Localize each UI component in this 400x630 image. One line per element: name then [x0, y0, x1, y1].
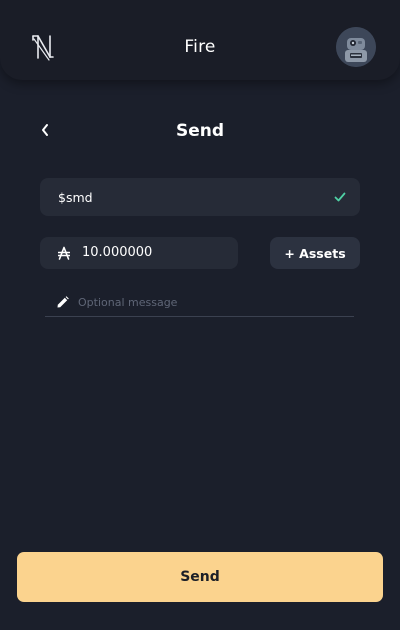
- pencil-icon: [57, 296, 69, 308]
- currency-a-icon: [58, 246, 70, 260]
- send-button[interactable]: Send: [17, 552, 383, 602]
- check-icon: [334, 192, 346, 202]
- app-header: Fire: [0, 0, 400, 80]
- amount-value: 10.000000: [82, 245, 153, 260]
- amount-field[interactable]: 10.000000: [40, 237, 238, 269]
- message-input[interactable]: [78, 292, 348, 312]
- add-assets-button[interactable]: + Assets: [270, 237, 360, 269]
- recipient-value: $smd: [58, 190, 93, 205]
- message-field: [45, 290, 354, 317]
- app-window: Fire Send $smd 10.000000 + Assets Option…: [0, 0, 400, 630]
- recipient-field[interactable]: $smd: [40, 178, 360, 216]
- robot-avatar-icon[interactable]: [336, 27, 376, 67]
- page-title: Send: [175, 121, 225, 141]
